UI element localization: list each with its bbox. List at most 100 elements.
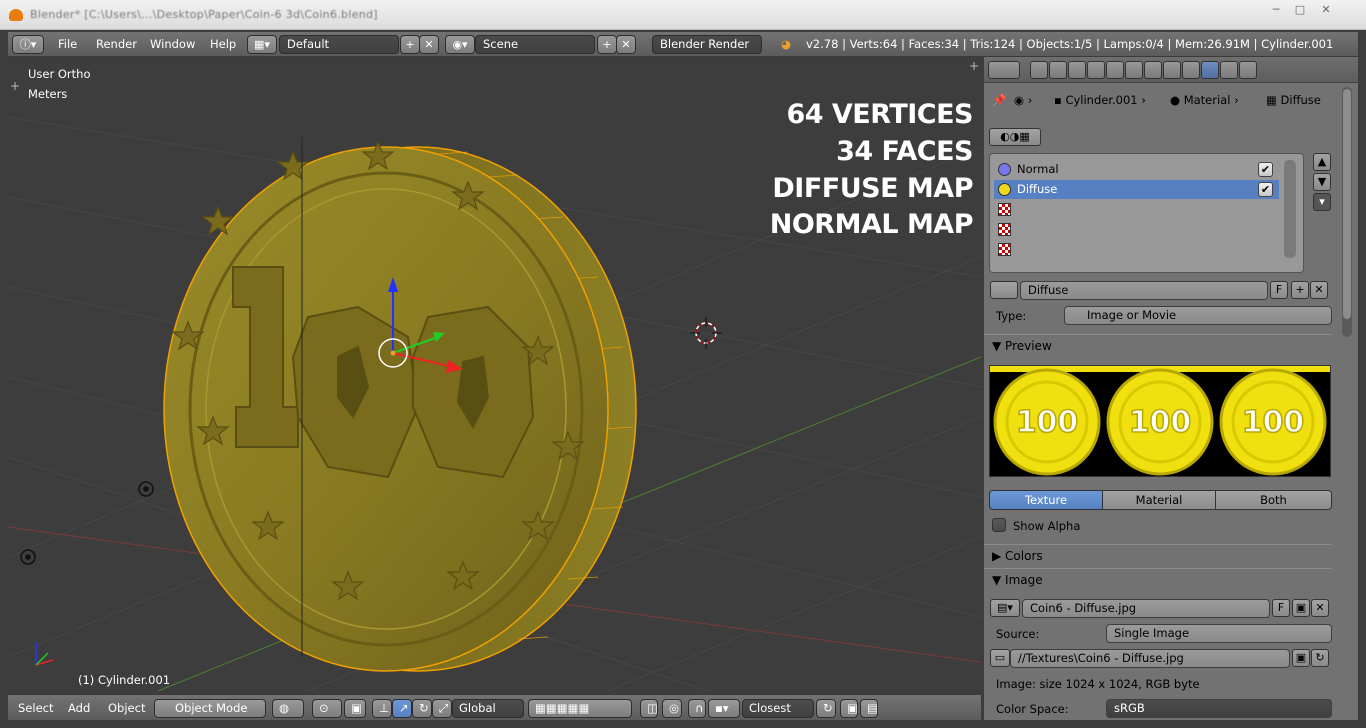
remove-layout-button[interactable]: ✕: [419, 35, 439, 54]
image-browse-icon[interactable]: ▤▾: [990, 599, 1020, 617]
preview-texture-tab[interactable]: Texture: [989, 490, 1103, 510]
image-name-field[interactable]: Coin6 - Diffuse.jpg: [1022, 599, 1270, 618]
mode-select[interactable]: Object Mode: [154, 699, 266, 718]
pivot-point-icon[interactable]: ⊙: [312, 699, 342, 718]
scale-manipulator-icon[interactable]: ⤢: [432, 699, 452, 718]
menu-help[interactable]: Help: [210, 32, 236, 57]
constraints-tab-icon[interactable]: [1125, 61, 1143, 79]
modifiers-tab-icon[interactable]: [1144, 61, 1162, 79]
texture-slot-empty[interactable]: [994, 240, 1279, 259]
menu-window[interactable]: Window: [150, 32, 195, 57]
world-tab-icon[interactable]: [1087, 61, 1105, 79]
preview-both-tab[interactable]: Both: [1215, 490, 1332, 510]
properties-scrollbar-thumb[interactable]: [1343, 89, 1351, 319]
snap-magnet-icon[interactable]: ∩: [688, 699, 706, 718]
orientation-select[interactable]: Global: [452, 699, 524, 718]
layout-field[interactable]: Default: [279, 35, 399, 54]
move-slot-down-icon[interactable]: ▼: [1313, 173, 1331, 191]
particles-tab-icon[interactable]: [1220, 61, 1238, 79]
show-alpha-checkbox[interactable]: [992, 518, 1006, 532]
browse-file-icon[interactable]: ▣: [1292, 649, 1310, 667]
image-source-select[interactable]: Single Image: [1106, 624, 1332, 643]
breadcrumb-material-label: Material: [1183, 93, 1231, 107]
texture-context-buttons[interactable]: ◐◑▦: [989, 128, 1041, 146]
add-layout-button[interactable]: +: [400, 35, 420, 54]
layers-grid-icon[interactable]: ▦▦▦▦▦: [528, 699, 632, 718]
snap-target-select[interactable]: Closest: [742, 699, 814, 718]
viewport-canvas[interactable]: [8, 57, 981, 691]
colors-panel-header[interactable]: ▶ Colors: [984, 544, 1332, 566]
image-panel-header[interactable]: ▼ Image: [984, 568, 1332, 590]
texture-type-select[interactable]: Image or Movie: [1064, 306, 1332, 325]
scene-tab-icon[interactable]: [1068, 61, 1086, 79]
render-engine-select[interactable]: Blender Render: [652, 35, 762, 54]
texture-slot-normal[interactable]: Normal ✔: [994, 160, 1279, 179]
scene-icon[interactable]: ◉▾: [445, 35, 475, 54]
lock-layers-icon[interactable]: ◫: [640, 699, 658, 718]
color-space-select[interactable]: sRGB: [1106, 699, 1332, 718]
move-slot-up-icon[interactable]: ▲: [1313, 153, 1331, 171]
fake-user-button[interactable]: F: [1270, 281, 1288, 299]
toolshelf-toggle-icon[interactable]: +: [10, 79, 20, 93]
properties-editor: 📌 ◉ › ▪ Cylinder.001 › ● Material › ▦ Di…: [984, 57, 1358, 720]
preview-material-tab[interactable]: Material: [1102, 490, 1216, 510]
remove-scene-button[interactable]: ✕: [616, 35, 636, 54]
translate-manipulator-icon[interactable]: ↗: [392, 699, 412, 718]
texture-tab-icon[interactable]: [1201, 61, 1219, 79]
unlink-texture-button[interactable]: ✕: [1310, 281, 1328, 299]
open-image-icon[interactable]: ▣: [1292, 599, 1310, 617]
menu-select[interactable]: Select: [18, 695, 53, 721]
preview-panel-header[interactable]: ▼ Preview: [984, 334, 1332, 356]
slot-enable-checkbox[interactable]: ✔: [1258, 162, 1273, 177]
manipulator-toggle-icon[interactable]: ⊥: [372, 699, 392, 718]
units-label: Meters: [28, 87, 68, 101]
menu-file[interactable]: File: [58, 32, 77, 57]
material-tab-icon[interactable]: [1182, 61, 1200, 79]
maximize-button[interactable]: □: [1288, 1, 1312, 19]
texture-slot-empty[interactable]: [994, 220, 1279, 239]
pin-icon[interactable]: 📌: [992, 93, 1006, 107]
screen-layout-icon[interactable]: ▦▾: [247, 35, 277, 54]
texture-slot-list[interactable]: Normal ✔ Diffuse ✔: [989, 153, 1304, 273]
menu-object[interactable]: Object: [108, 695, 145, 721]
texture-slot-diffuse[interactable]: Diffuse ✔: [994, 180, 1279, 199]
slot-specials-icon[interactable]: ▾: [1313, 193, 1331, 211]
snap-align-icon[interactable]: ↻: [816, 699, 836, 718]
snap-element-icon[interactable]: ▪▾: [708, 699, 740, 718]
render-layers-tab-icon[interactable]: [1049, 61, 1067, 79]
add-scene-button[interactable]: +: [597, 35, 617, 54]
menu-render[interactable]: Render: [96, 32, 137, 57]
data-tab-icon[interactable]: [1163, 61, 1181, 79]
image-fake-user-button[interactable]: F: [1272, 599, 1290, 617]
editor-type-icon[interactable]: ⓘ▾: [12, 35, 44, 54]
texture-browse-icon[interactable]: [990, 281, 1018, 299]
render-animation-icon[interactable]: ▤: [860, 699, 878, 718]
properties-scrollbar[interactable]: [1342, 87, 1352, 337]
render-tab-icon[interactable]: [1030, 61, 1048, 79]
reload-image-icon[interactable]: ↻: [1311, 649, 1329, 667]
physics-tab-icon[interactable]: [1239, 61, 1257, 79]
render-image-icon[interactable]: ▣: [840, 699, 858, 718]
viewport-shading-icon[interactable]: ◍: [272, 699, 304, 718]
slot-list-scrollbar[interactable]: [1284, 160, 1296, 258]
slot-label: Diffuse: [1017, 182, 1058, 196]
slot-enable-checkbox[interactable]: ✔: [1258, 182, 1273, 197]
minimize-button[interactable]: ─: [1264, 1, 1288, 19]
new-texture-button[interactable]: +: [1291, 281, 1309, 299]
texture-name-field[interactable]: Diffuse: [1020, 281, 1268, 300]
texture-slot-empty[interactable]: [994, 200, 1279, 219]
rotate-manipulator-icon[interactable]: ↻: [412, 699, 432, 718]
proportional-edit-icon[interactable]: ◎: [662, 699, 682, 718]
close-button[interactable]: ✕: [1314, 1, 1338, 19]
properties-toggle-icon[interactable]: +: [969, 59, 979, 73]
scene-field[interactable]: Scene: [475, 35, 595, 54]
pivot-align-icon[interactable]: ▣: [344, 699, 366, 718]
unlink-image-button[interactable]: ✕: [1311, 599, 1329, 617]
image-filepath-field[interactable]: //Textures\Coin6 - Diffuse.jpg: [1010, 649, 1290, 668]
menu-add[interactable]: Add: [68, 695, 90, 721]
3d-viewport[interactable]: User Ortho Meters (1) Cylinder.001 64 VE…: [8, 57, 981, 691]
object-tab-icon[interactable]: [1106, 61, 1124, 79]
breadcrumb-texture: ▦ Diffuse: [1266, 93, 1321, 107]
pack-image-icon[interactable]: ▭: [990, 649, 1010, 667]
editor-type-icon[interactable]: [988, 61, 1020, 79]
